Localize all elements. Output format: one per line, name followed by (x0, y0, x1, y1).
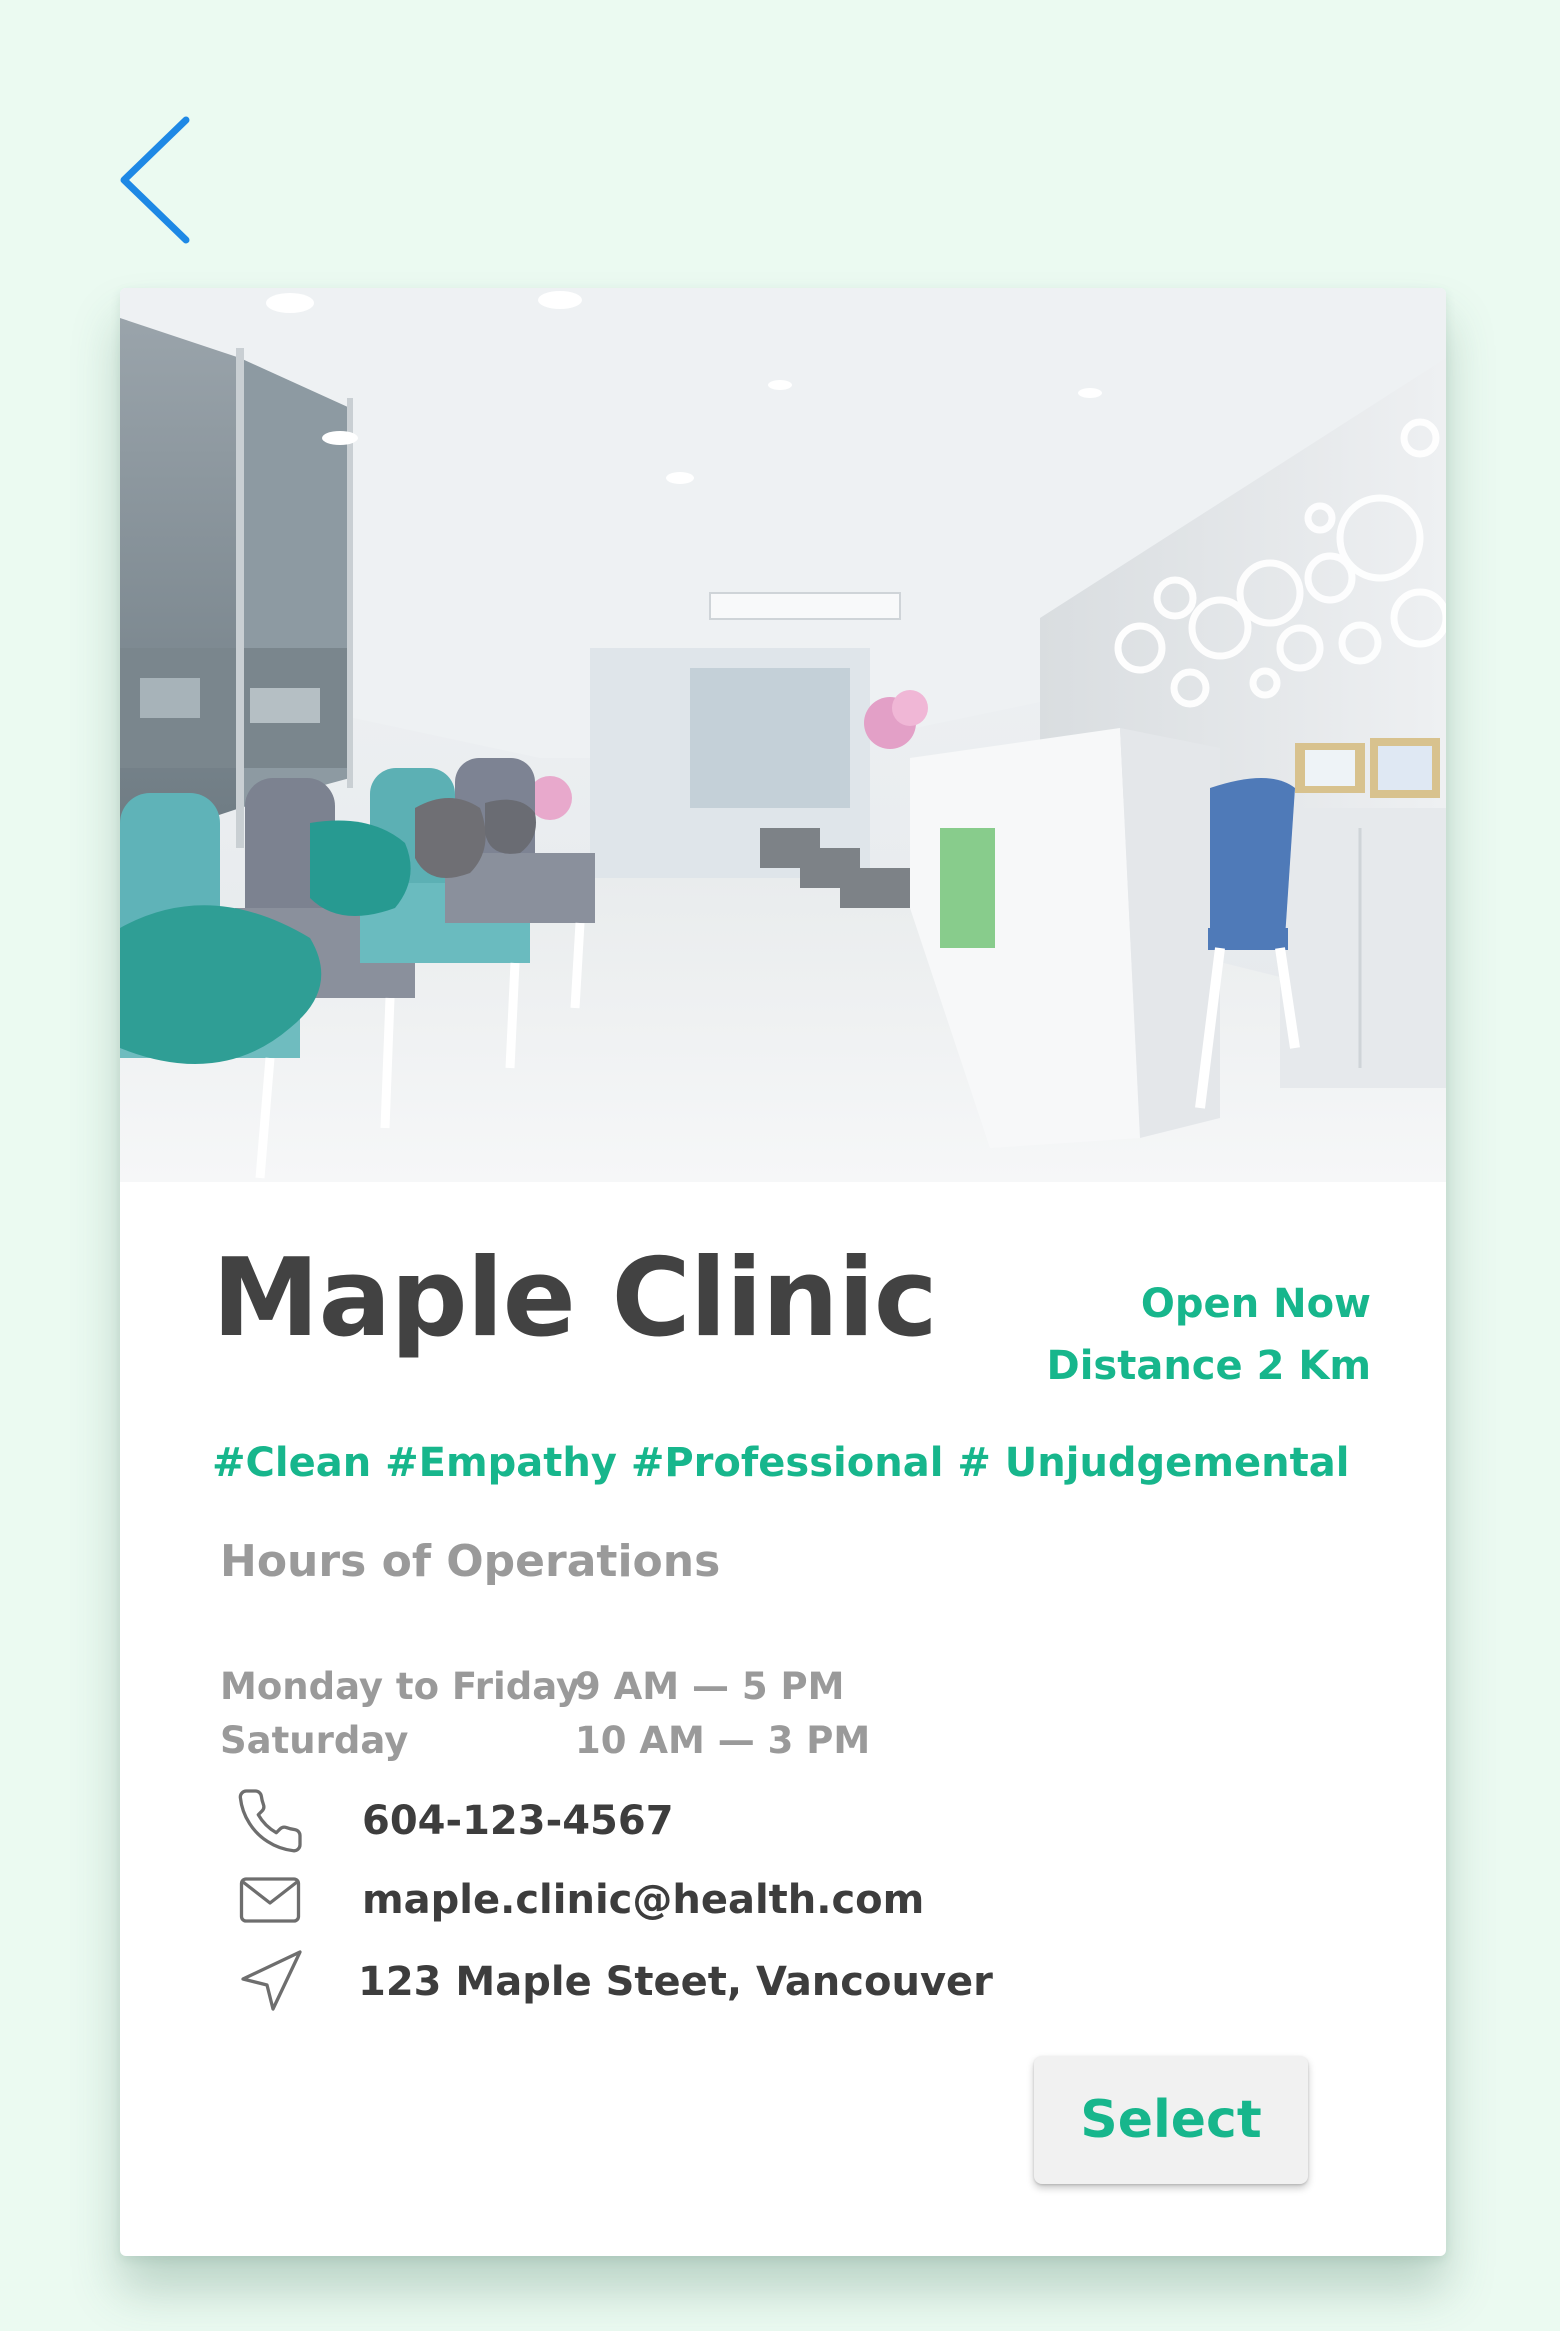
hours-time: 10 AM — 3 PM (575, 1719, 871, 1762)
envelope-icon (230, 1860, 310, 1940)
phone-number: 604-123-4567 (362, 1798, 674, 1844)
clinic-tags: #Clean #Empathy #Professional # Unjudgem… (212, 1440, 1350, 1486)
email-address: maple.clinic@health.com (362, 1877, 925, 1923)
hours-row: Monday to Friday 9 AM — 5 PM (220, 1660, 965, 1714)
hours-day: Monday to Friday (220, 1665, 581, 1708)
open-status: Open Now (1140, 1281, 1371, 1327)
contact-email[interactable]: maple.clinic@health.com (230, 1860, 924, 1940)
contact-address[interactable]: 123 Maple Steet, Vancouver (230, 1942, 993, 2022)
distance-label: Distance 2 Km (1046, 1343, 1371, 1389)
select-button[interactable]: Select (1034, 2056, 1308, 2184)
clinic-name: Maple Clinic (212, 1236, 938, 1361)
phone-icon (230, 1781, 310, 1861)
hours-time: 9 AM — 5 PM (575, 1665, 845, 1708)
back-button[interactable] (110, 110, 200, 250)
street-address: 123 Maple Steet, Vancouver (358, 1959, 993, 2005)
hours-heading: Hours of Operations (220, 1536, 721, 1587)
hours-table: Monday to Friday 9 AM — 5 PM Saturday 10… (220, 1660, 965, 1768)
status-block: Open Now Distance 2 Km (1046, 1273, 1371, 1397)
hours-row: Saturday 10 AM — 3 PM (220, 1714, 965, 1768)
clinic-photo (120, 288, 1446, 1182)
hours-day: Saturday (220, 1719, 409, 1762)
navigation-arrow-icon (230, 1942, 310, 2022)
chevron-left-icon (120, 116, 190, 244)
clinic-card: Maple Clinic Open Now Distance 2 Km #Cle… (120, 288, 1446, 2256)
contact-phone[interactable]: 604-123-4567 (230, 1781, 674, 1861)
